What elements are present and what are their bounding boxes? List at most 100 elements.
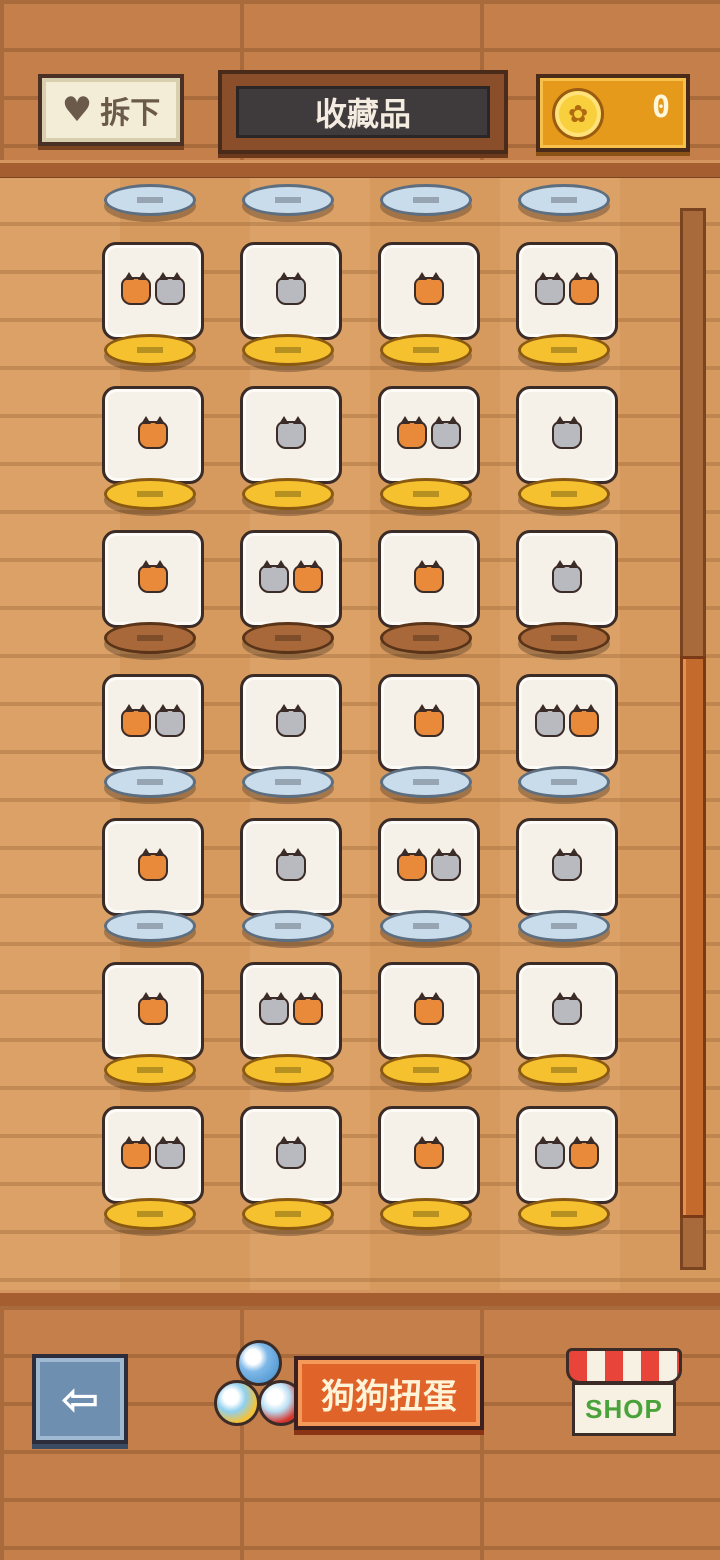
figurine-gray-pup-scarf — [102, 530, 204, 628]
display-stand — [518, 1054, 610, 1086]
collection-panel[interactable] — [0, 178, 720, 1290]
dog-figure — [535, 1136, 565, 1169]
page-title: 收藏品 — [236, 86, 490, 138]
dog-figure — [138, 992, 168, 1025]
collection-item-moon-pup[interactable] — [230, 1102, 350, 1234]
back-button[interactable]: ⇦ — [32, 1354, 128, 1444]
shop-awning-icon — [566, 1348, 682, 1384]
collection-item-wizard-pup[interactable] — [92, 1102, 212, 1234]
collection-item-partial[interactable] — [230, 178, 350, 220]
display-stand — [518, 478, 610, 510]
dog-figure — [569, 1136, 599, 1169]
collection-item-plant-chair[interactable] — [506, 526, 626, 658]
display-stand — [518, 910, 610, 942]
display-stand — [518, 1198, 610, 1230]
display-stand — [104, 184, 196, 216]
figurine-moon-pup — [240, 1106, 342, 1204]
collection-item-parachute-orange[interactable] — [368, 1102, 488, 1234]
collection-item-fireplace[interactable] — [92, 958, 212, 1090]
collection-item-pile-of-pups[interactable] — [506, 382, 626, 514]
figurine-pile-of-pups — [516, 386, 618, 484]
page-title-plate: 收藏品 — [218, 70, 508, 154]
figurine-parachute-orange — [378, 1106, 480, 1204]
collection-item-sleeping-pair[interactable] — [230, 670, 350, 802]
display-stand — [242, 910, 334, 942]
display-stand — [104, 910, 196, 942]
shop-label: SHOP — [572, 1382, 676, 1436]
collection-item-arched-door[interactable] — [506, 238, 626, 370]
collection-item-computer-desk[interactable] — [368, 814, 488, 946]
collection-item-dinner-table[interactable] — [368, 238, 488, 370]
display-stand — [518, 184, 610, 216]
heart-icon: ♥ — [61, 90, 93, 130]
figurine-bathtub-2 — [516, 962, 618, 1060]
collection-item-wardrobe[interactable] — [368, 526, 488, 658]
figurine-wizard-pup — [102, 1106, 204, 1204]
display-stand — [104, 1198, 196, 1230]
collection-item-table-pair[interactable] — [230, 958, 350, 1090]
display-stand — [380, 1198, 472, 1230]
collection-item-bathtub-2[interactable] — [506, 958, 626, 1090]
dog-figure — [552, 992, 582, 1025]
display-stand — [104, 334, 196, 366]
dog-figure — [431, 416, 461, 449]
figurine-plant-chair — [516, 530, 618, 628]
dog-figure — [155, 272, 185, 305]
dog-figure — [276, 272, 306, 305]
collection-item-blue-cushion[interactable] — [506, 814, 626, 946]
collection-item-tea-cart[interactable] — [92, 382, 212, 514]
figurine-cookie-bed — [378, 386, 480, 484]
figurine-snow-globe-blue — [378, 962, 480, 1060]
figurine-computer-desk — [378, 818, 480, 916]
unequip-button[interactable]: ♥ 拆下 — [38, 74, 184, 146]
display-stand — [518, 334, 610, 366]
display-stand — [380, 1054, 472, 1086]
dog-figure — [259, 992, 289, 1025]
display-stand — [242, 766, 334, 798]
gacha-button[interactable]: 狗狗扭蛋 — [210, 1340, 484, 1434]
top-ledge — [0, 160, 720, 180]
collection-item-mirror-pups[interactable] — [230, 238, 350, 370]
gacha-label: 狗狗扭蛋 — [294, 1356, 484, 1430]
collection-item-snow-globe-red[interactable] — [230, 382, 350, 514]
dog-figure — [259, 560, 289, 593]
collection-item-parachute-gray[interactable] — [506, 1102, 626, 1234]
display-stand — [518, 766, 610, 798]
scrollbar-thumb[interactable] — [680, 656, 706, 1218]
display-stand — [242, 478, 334, 510]
collection-item-sofa-pups[interactable] — [368, 670, 488, 802]
display-stand — [380, 478, 472, 510]
display-stand — [242, 1054, 334, 1086]
collection-item-snow-globe-blue[interactable] — [368, 958, 488, 1090]
figurine-blue-cushion — [516, 818, 618, 916]
dog-figure — [552, 560, 582, 593]
dog-figure — [155, 704, 185, 737]
collection-item-round-window[interactable] — [506, 670, 626, 802]
collection-item-cookie-bed[interactable] — [368, 382, 488, 514]
shop-button[interactable]: SHOP — [566, 1348, 682, 1436]
collection-item-floor-lamp[interactable] — [230, 526, 350, 658]
dog-figure — [138, 416, 168, 449]
figurine-armchair — [240, 818, 342, 916]
dog-figure — [535, 704, 565, 737]
collection-item-partial[interactable] — [92, 178, 212, 220]
collection-item-partial[interactable] — [506, 178, 626, 220]
collection-item-gray-pup-scarf[interactable] — [92, 526, 212, 658]
figurine-tea-cart — [102, 386, 204, 484]
display-stand — [104, 1054, 196, 1086]
coin-counter: ✿ 0 — [536, 74, 690, 152]
display-stand — [380, 334, 472, 366]
dog-figure — [121, 1136, 151, 1169]
dog-figure — [414, 992, 444, 1025]
dog-figure — [121, 704, 151, 737]
dog-figure — [155, 1136, 185, 1169]
dog-figure — [276, 1136, 306, 1169]
collection-item-arched-door-2[interactable] — [92, 814, 212, 946]
collection-item-partial[interactable] — [368, 178, 488, 220]
collection-item-armchair[interactable] — [230, 814, 350, 946]
collection-item-bathtub[interactable] — [92, 238, 212, 370]
collection-item-window-pups[interactable] — [92, 670, 212, 802]
display-stand — [518, 622, 610, 654]
dog-figure — [414, 560, 444, 593]
dog-figure — [552, 416, 582, 449]
